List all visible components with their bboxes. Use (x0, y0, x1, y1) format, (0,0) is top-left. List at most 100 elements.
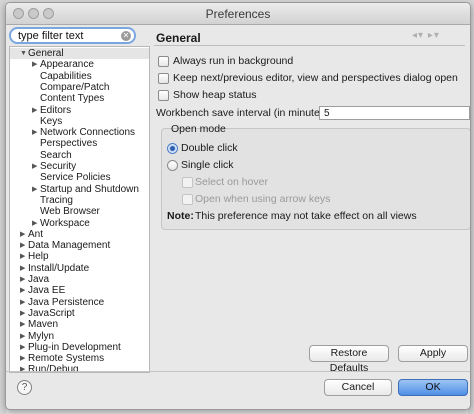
collapsed-arrow-icon[interactable]: ▶ (20, 240, 25, 251)
tree-item-security[interactable]: ▶ Security (32, 161, 77, 172)
clear-search-icon[interactable]: ✕ (121, 31, 131, 41)
single-click-label: Single click (181, 159, 234, 171)
collapsed-arrow-icon[interactable]: ▶ (20, 229, 25, 240)
collapsed-arrow-icon[interactable]: ▶ (20, 353, 25, 364)
collapsed-arrow-icon[interactable]: ▶ (32, 127, 37, 138)
select-on-hover-checkbox[interactable] (182, 177, 193, 188)
collapsed-arrow-icon[interactable]: ▶ (20, 297, 25, 308)
tree-item-label: Mylyn (28, 330, 55, 342)
cancel-button[interactable]: Cancel (324, 379, 392, 396)
tree-item-data-management[interactable]: ▶ Data Management (20, 240, 111, 252)
collapsed-arrow-icon[interactable]: ▶ (20, 308, 25, 319)
apply-button[interactable]: Apply (398, 345, 468, 362)
tree-item-label: Security (40, 161, 77, 172)
tree-item-label: Help (28, 251, 49, 263)
note-text: This preference may not take effect on a… (195, 210, 417, 222)
tree-item-appearance[interactable]: ▶ Appearance (32, 59, 94, 71)
double-click-radio[interactable] (167, 143, 178, 154)
tree-item-workspace[interactable]: ▶ Workspace (32, 217, 90, 229)
tree-item-ant[interactable]: ▶ Ant (20, 228, 44, 240)
tree-item-label: Capabilities (40, 70, 92, 82)
note-label: Note: (167, 210, 194, 222)
tree-item-label: Java Persistence (28, 296, 105, 308)
tree-item-perspectives[interactable]: Perspectives (40, 138, 97, 149)
collapsed-arrow-icon[interactable]: ▶ (32, 105, 37, 116)
tree-item-install-update[interactable]: ▶ Install/Update (20, 262, 90, 274)
tree-item-java[interactable]: ▶ Java (20, 274, 50, 285)
save-interval-input[interactable]: 5 (319, 106, 470, 120)
tree-item-remote-systems[interactable]: ▶ Remote Systems (20, 353, 104, 364)
filter-search-field[interactable]: type filter text ✕ (9, 27, 136, 44)
tree-item-network-connections[interactable]: ▶ Network Connections (32, 127, 135, 138)
tree-item-maven[interactable]: ▶ Maven (20, 319, 58, 330)
save-interval-value[interactable]: 5 (324, 108, 330, 119)
show-heap-label: Show heap status (173, 89, 257, 101)
collapsed-arrow-icon[interactable]: ▶ (32, 218, 37, 229)
tree-item-label: Service Policies (40, 172, 111, 184)
always-run-label: Always run in background (173, 55, 294, 67)
tree-item-label: Ant (28, 228, 44, 240)
single-click-radio[interactable] (167, 160, 178, 171)
open-arrow-keys-checkbox[interactable] (182, 194, 193, 205)
ok-button[interactable]: OK (398, 379, 468, 396)
tree-item-label: Perspectives (40, 138, 98, 150)
preferences-tree[interactable]: ▼ General ▶ Appearance Capabilities Compare/P… (9, 46, 150, 373)
collapsed-arrow-icon[interactable]: ▶ (20, 319, 25, 330)
preferences-dialog: Preferences type filter text ✕ ▼ General ▶… (5, 2, 471, 410)
collapsed-arrow-icon[interactable]: ▶ (20, 251, 25, 262)
tree-item-web-browser[interactable]: Web Browser (40, 206, 100, 217)
save-interval-label: Workbench save interval (in minutes): (156, 107, 332, 119)
tree-item-label: Workspace (40, 217, 90, 229)
tree-item-service-policies[interactable]: Service Policies (40, 172, 111, 183)
page-title: General (156, 31, 201, 45)
tree-item-capabilities[interactable]: Capabilities (40, 71, 92, 82)
tree-item-javascript[interactable]: ▶ JavaScript (20, 307, 75, 319)
tree-item-label: Search (40, 149, 72, 161)
tree-item-search[interactable]: Search (40, 150, 72, 161)
tree-item-label: Keys (40, 115, 63, 127)
collapsed-arrow-icon[interactable]: ▶ (20, 263, 25, 274)
tree-item-label: Install/Update (28, 262, 90, 274)
tree-item-content-types[interactable]: Content Types (40, 93, 104, 104)
collapsed-arrow-icon[interactable]: ▶ (32, 59, 37, 70)
tree-item-mylyn[interactable]: ▶ Mylyn (20, 330, 55, 342)
window-title: Preferences (205, 7, 271, 21)
always-run-checkbox[interactable] (158, 56, 169, 67)
tree-item-keys[interactable]: Keys (40, 116, 62, 127)
tree-item-label: Tracing (40, 194, 73, 206)
open-arrow-keys-label: Open when using arrow keys (195, 193, 331, 205)
tree-item-label: Plug-in Development (28, 341, 121, 353)
tree-item-label: Data Management (28, 240, 111, 252)
filter-search-input[interactable]: type filter text (18, 30, 83, 42)
tree-item-help[interactable]: ▶ Help (20, 251, 49, 263)
tree-item-label: Appearance (40, 59, 94, 71)
tree-item-java-persistence[interactable]: ▶ Java Persistence (20, 296, 105, 308)
tree-item-label: JavaScript (28, 307, 75, 319)
tree-item-compare-patch[interactable]: Compare/Patch (40, 82, 109, 93)
collapsed-arrow-icon[interactable]: ▶ (20, 331, 25, 342)
collapsed-arrow-icon[interactable]: ▶ (32, 161, 37, 172)
history-navigation[interactable]: ◂▾ ▸▾ (412, 30, 440, 41)
tree-item-tracing[interactable]: Tracing (40, 195, 73, 206)
help-icon[interactable]: ? (17, 380, 32, 395)
tree-item-editors[interactable]: ▶ Editors (32, 104, 72, 116)
restore-defaults-button[interactable]: Restore Defaults (309, 345, 389, 374)
tree-item-plug-in-development[interactable]: ▶ Plug-in Development (20, 341, 121, 353)
tree-item-label: Java (28, 274, 50, 285)
tree-item-label: Startup and Shutdown (40, 183, 139, 195)
collapsed-arrow-icon[interactable]: ▶ (32, 184, 37, 195)
expanded-arrow-icon[interactable]: ▼ (20, 48, 27, 59)
tree-item-label: Editors (40, 104, 72, 116)
back-arrow-icon[interactable]: ◂▾ (412, 30, 424, 41)
collapsed-arrow-icon[interactable]: ▶ (20, 342, 25, 353)
collapsed-arrow-icon[interactable]: ▶ (20, 274, 25, 285)
tree-item-label: Web Browser (40, 206, 100, 218)
tree-item-label: General (28, 48, 64, 59)
show-heap-checkbox[interactable] (158, 90, 169, 101)
collapsed-arrow-icon[interactable]: ▶ (20, 285, 25, 296)
tree-item-general[interactable]: ▼ General (20, 48, 64, 59)
tree-item-java-ee[interactable]: ▶ Java EE (20, 285, 65, 296)
tree-item-startup-and-shutdown[interactable]: ▶ Startup and Shutdown (32, 183, 139, 195)
keep-next-previous-checkbox[interactable] (158, 73, 169, 84)
forward-arrow-icon[interactable]: ▸▾ (428, 30, 440, 41)
